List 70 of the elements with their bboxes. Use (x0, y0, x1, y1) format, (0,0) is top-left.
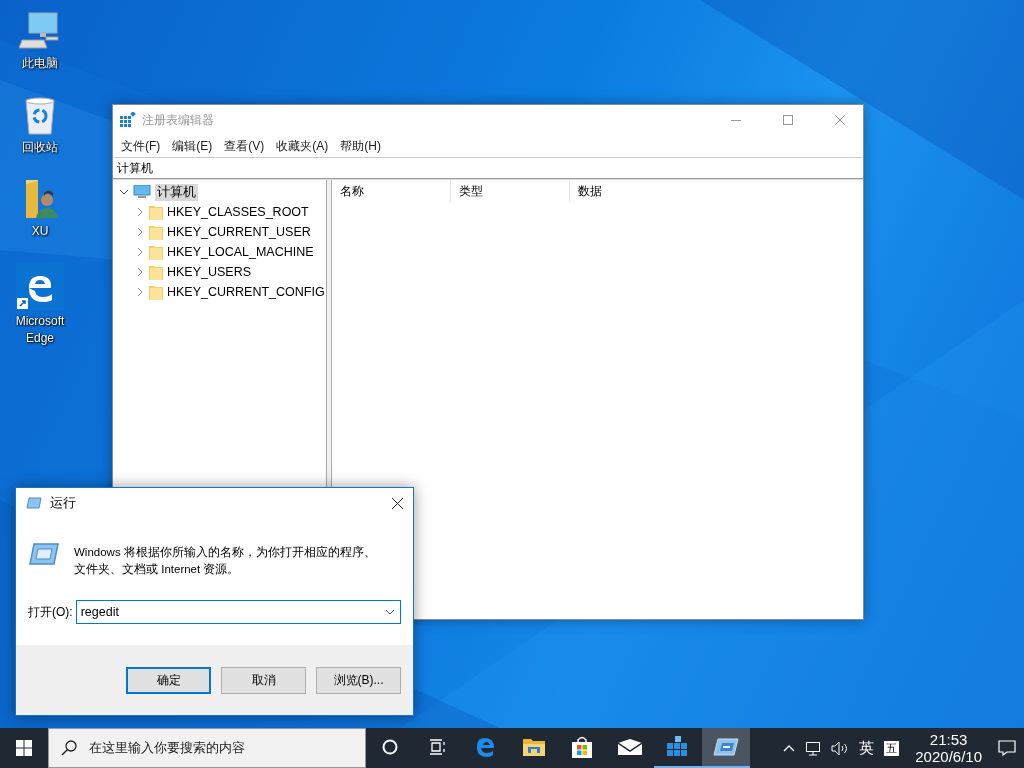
menu-item[interactable]: 文件(F) (115, 137, 167, 155)
input-mode-indicator[interactable]: 五 (884, 740, 900, 756)
command-input[interactable]: regedit (75, 600, 401, 624)
cubes-icon[interactable] (667, 735, 689, 759)
menu-item[interactable]: 收藏夹(A) (270, 137, 335, 155)
edge-shortcut-icon (16, 262, 64, 310)
windows-logo-icon (16, 740, 32, 756)
network-icon[interactable] (805, 740, 822, 756)
menu-item[interactable]: 查看(V) (218, 137, 271, 155)
column-header[interactable]: 名称 (332, 180, 451, 202)
dropdown-caret-icon[interactable] (385, 609, 395, 615)
dialog-button[interactable]: 确定 (126, 666, 211, 694)
computer-icon (133, 185, 151, 199)
column-header[interactable]: 类型 (451, 180, 570, 202)
speaker-icon[interactable] (831, 740, 850, 756)
address-bar[interactable]: 计算机 (113, 157, 863, 179)
chevron-up-icon[interactable] (783, 744, 796, 752)
edge-icon[interactable] (475, 736, 497, 758)
circle-icon[interactable] (382, 739, 398, 755)
dialog-title: 运行 (50, 494, 77, 512)
desktop-icon-label[interactable]: 此电脑 (22, 55, 58, 72)
close-icon (835, 115, 845, 125)
close-icon (391, 497, 403, 509)
tree-item[interactable]: HKEY_CLASSES_ROOT (167, 205, 309, 219)
notification-icon[interactable] (998, 740, 1016, 756)
chevron-right-icon[interactable] (135, 227, 145, 237)
folder-icon (149, 244, 163, 260)
folder-icon (149, 264, 163, 280)
folder-icon (149, 224, 163, 240)
folder-icon (149, 284, 163, 300)
clock[interactable]: 21:53 2020/6/10 (909, 731, 988, 765)
menu-item[interactable]: 编辑(E) (166, 137, 219, 155)
chevron-right-icon[interactable] (135, 267, 145, 277)
folder-icon (149, 204, 163, 220)
maximize-icon (783, 115, 793, 125)
desktop-icon-label[interactable]: Microsoft Edge (15, 313, 65, 347)
tree-item[interactable]: HKEY_CURRENT_CONFIG (167, 285, 325, 299)
search-field[interactable]: 在这里输入你要搜索的内容 (48, 728, 366, 768)
task-view-icon[interactable] (429, 739, 447, 755)
chevron-right-icon[interactable] (135, 207, 145, 217)
search-icon (61, 740, 77, 756)
dialog-button[interactable]: 浏览(B)... (316, 666, 401, 694)
clock-date: 2020/6/10 (915, 748, 982, 765)
envelope-icon[interactable] (618, 739, 642, 755)
chevron-down-icon[interactable] (119, 187, 129, 197)
desktop-icon-label[interactable]: 回收站 (22, 139, 58, 156)
open-label: 打开(O): (28, 603, 73, 621)
run-icon (26, 497, 42, 509)
chevron-right-icon[interactable] (135, 287, 145, 297)
chevron-right-icon[interactable] (135, 247, 145, 257)
dialog-button[interactable]: 取消 (221, 666, 306, 694)
minimize-icon (731, 119, 741, 121)
tree-item[interactable]: 计算机 (155, 183, 198, 201)
input-language[interactable]: 英 (859, 738, 875, 758)
app-icon (120, 112, 136, 128)
search-placeholder: 在这里输入你要搜索的内容 (89, 739, 245, 757)
clock-time: 21:53 (929, 731, 968, 748)
shopping-bag-icon[interactable] (571, 736, 593, 758)
description-text: Windows 将根据你所输入的名称，为你打开相应的程序、 文件夹、文档或 Internet 资源。 (74, 545, 376, 577)
window-title: 注册表编辑器 (142, 111, 215, 129)
menu-item[interactable]: 帮助(H) (334, 137, 387, 155)
tree-item[interactable]: HKEY_CURRENT_USER (167, 225, 311, 239)
computer-icon (19, 10, 61, 52)
run-icon[interactable] (713, 738, 739, 756)
column-header[interactable]: 数据 (570, 180, 688, 202)
folder-icon[interactable] (523, 738, 545, 756)
tree-item[interactable]: HKEY_LOCAL_MACHINE (167, 245, 314, 259)
run-icon (28, 542, 60, 566)
tree-item[interactable]: HKEY_USERS (167, 265, 252, 279)
desktop-icon-label[interactable]: XU (31, 223, 49, 240)
